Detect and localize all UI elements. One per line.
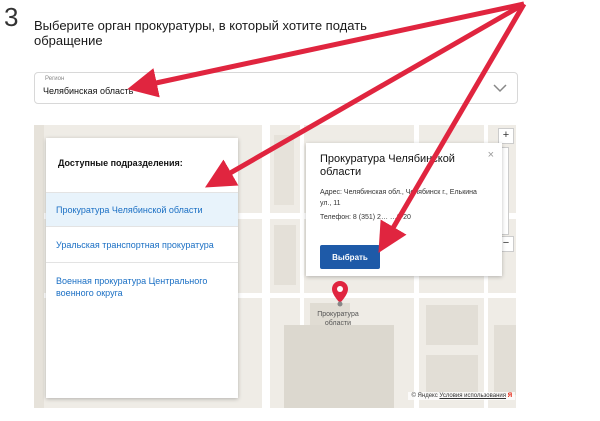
page-heading: Выберите орган прокуратуры, в который хо…	[34, 18, 367, 48]
unit-item-ural-transport[interactable]: Уральская транспортная прокуратура	[46, 226, 238, 262]
close-icon[interactable]: ×	[488, 149, 494, 161]
chevron-down-icon[interactable]	[493, 83, 507, 93]
units-panel: Доступные подразделения: Прокуратура Чел…	[46, 138, 238, 398]
region-select[interactable]: Регион Челябинская область	[34, 72, 518, 104]
info-card-title: Прокуратура Челябинской области	[320, 153, 455, 178]
info-card: Прокуратура Челябинской области × Адрес:…	[306, 143, 502, 276]
map-terms-link[interactable]: Условия использования	[439, 393, 506, 399]
info-card-address: Адрес: Челябинская обл., Челябинск г., Е…	[320, 189, 477, 207]
map-marker-label: Прокуратура области	[317, 311, 359, 327]
map-footer: © Яндекс Условия использования Я	[408, 392, 515, 400]
unit-item-chelyabinsk[interactable]: Прокуратура Челябинской области	[46, 192, 238, 226]
region-select-label: Регион	[45, 76, 65, 82]
step-number: 3	[4, 2, 19, 32]
zoom-slider[interactable]	[501, 147, 509, 235]
units-panel-title: Доступные подразделения:	[58, 158, 183, 168]
map-copyright: © Яндекс	[411, 393, 438, 399]
unit-item-military-central[interactable]: Военная прокуратура Центрального военног…	[46, 262, 238, 310]
yandex-logo-icon: Я	[507, 393, 512, 399]
select-button[interactable]: Выбрать	[320, 245, 380, 269]
map-pin-icon[interactable]	[332, 281, 348, 307]
region-select-value: Челябинская область	[43, 86, 134, 96]
zoom-in-button[interactable]: +	[498, 128, 514, 144]
info-card-phone: Телефон: 8 (351) 2… …0-20	[320, 214, 411, 221]
